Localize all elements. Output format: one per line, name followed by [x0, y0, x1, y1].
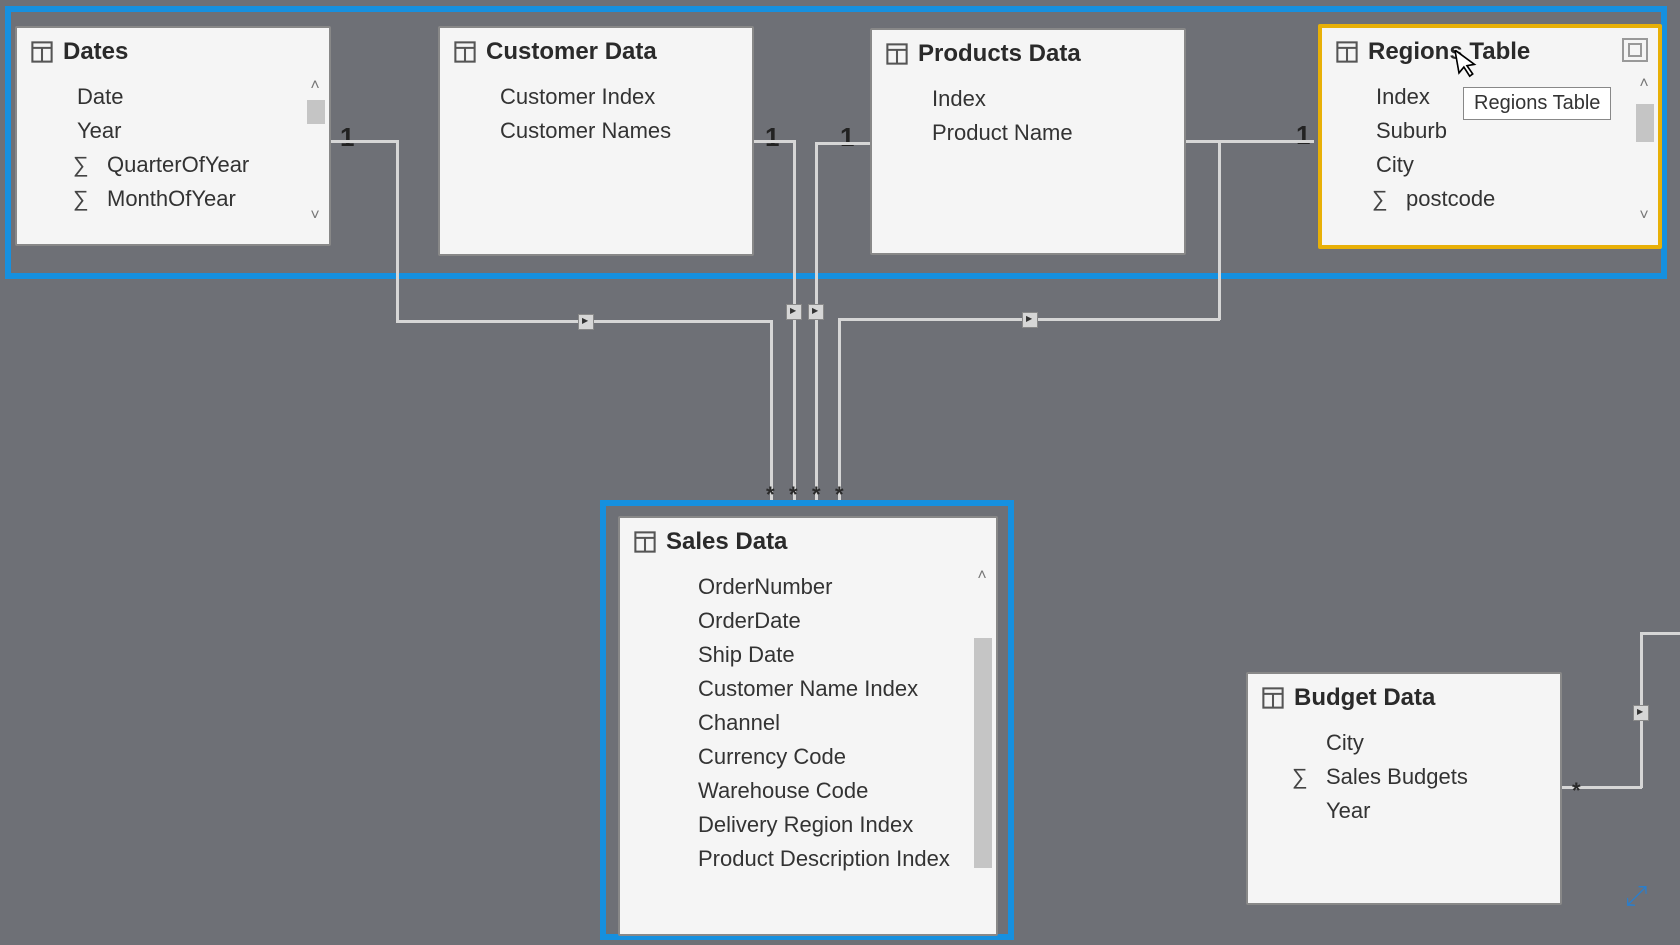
table-dates[interactable]: Dates ˄ Date Year ∑QuarterOfYear ∑MonthO…: [15, 26, 331, 246]
sigma-icon: ∑: [73, 152, 89, 178]
table-icon: [634, 531, 656, 553]
relationship-line: [1640, 632, 1680, 635]
scroll-up-icon[interactable]: ˄: [1634, 74, 1654, 94]
table-customer-data[interactable]: Customer Data Customer Index Customer Na…: [438, 26, 754, 256]
relationship-line: [754, 140, 794, 143]
field-warehouse-code[interactable]: Warehouse Code: [620, 774, 996, 808]
field-customer-names[interactable]: Customer Names: [440, 114, 752, 148]
field-postcode[interactable]: ∑postcode: [1322, 182, 1658, 216]
field-year[interactable]: Year: [17, 114, 329, 148]
relationship-line: [770, 320, 773, 500]
table-budget-data[interactable]: Budget Data City ∑Sales Budgets Year: [1246, 672, 1562, 905]
sigma-icon: ∑: [1372, 186, 1388, 212]
table-icon: [886, 43, 908, 65]
field-ordernumber[interactable]: OrderNumber: [620, 570, 996, 604]
relationship-line: [793, 140, 796, 500]
field-index[interactable]: Index: [872, 82, 1184, 116]
cardinality-many: *: [789, 482, 798, 508]
relationship-line: [1218, 140, 1221, 320]
relationship-line: [815, 142, 818, 500]
field-sales-budgets[interactable]: ∑Sales Budgets: [1248, 760, 1560, 794]
relationship-line: [815, 142, 870, 145]
table-title: Regions Table: [1368, 38, 1530, 66]
relationship-arrow-icon: [786, 304, 802, 320]
relationship-line: [331, 140, 398, 143]
relationship-line: [838, 318, 841, 500]
table-title: Customer Data: [486, 38, 657, 66]
field-currency-code[interactable]: Currency Code: [620, 740, 996, 774]
field-orderdate[interactable]: OrderDate: [620, 604, 996, 638]
relationship-line: [396, 140, 399, 322]
expand-icon[interactable]: [1622, 38, 1648, 62]
scroll-down-icon[interactable]: ˅: [1634, 206, 1654, 226]
field-channel[interactable]: Channel: [620, 706, 996, 740]
cardinality-one: 1: [340, 122, 354, 153]
field-shipdate[interactable]: Ship Date: [620, 638, 996, 672]
table-icon: [31, 41, 53, 63]
cardinality-one: 1: [840, 122, 854, 153]
relationship-arrow-icon: [578, 314, 594, 330]
table-title: Sales Data: [666, 528, 787, 556]
cardinality-many: *: [1572, 778, 1581, 804]
relationship-arrow-icon: [808, 304, 824, 320]
table-icon: [1262, 687, 1284, 709]
table-title: Budget Data: [1294, 684, 1435, 712]
sigma-icon: ∑: [1292, 764, 1308, 790]
reset-layout-icon[interactable]: ⤢: [1625, 880, 1647, 913]
field-year[interactable]: Year: [1248, 794, 1560, 828]
scroll-thumb[interactable]: [1636, 104, 1654, 142]
field-date[interactable]: Date: [17, 80, 329, 114]
relationship-arrow-icon: [1633, 705, 1649, 721]
field-customer-name-index[interactable]: Customer Name Index: [620, 672, 996, 706]
table-regions[interactable]: Regions Table Index Suburb City ∑postcod…: [1318, 24, 1662, 249]
field-city[interactable]: City: [1322, 148, 1658, 182]
field-product-description-index[interactable]: Product Description Index: [620, 842, 996, 876]
cardinality-many: *: [812, 482, 821, 508]
sigma-icon: ∑: [73, 186, 89, 212]
table-title: Dates: [63, 38, 128, 66]
field-delivery-region-index[interactable]: Delivery Region Index: [620, 808, 996, 842]
cardinality-many: *: [835, 482, 844, 508]
tooltip-regions: Regions Table: [1463, 87, 1611, 120]
field-product-name[interactable]: Product Name: [872, 116, 1184, 150]
field-city[interactable]: City: [1248, 726, 1560, 760]
table-icon: [454, 41, 476, 63]
table-sales-data[interactable]: Sales Data ˄ OrderNumber OrderDate Ship …: [618, 516, 998, 936]
relationship-arrow-icon: [1022, 312, 1038, 328]
field-monthofyear[interactable]: ∑MonthOfYear: [17, 182, 329, 216]
table-title: Products Data: [918, 40, 1081, 68]
cardinality-many: *: [766, 482, 775, 508]
field-customer-index[interactable]: Customer Index: [440, 80, 752, 114]
cardinality-one: 1: [765, 122, 779, 153]
relationship-line: [1186, 140, 1314, 143]
scroll-down-icon[interactable]: ˅: [305, 206, 325, 226]
table-products-data[interactable]: Products Data Index Product Name: [870, 28, 1186, 255]
table-icon: [1336, 41, 1358, 63]
field-quarterofyear[interactable]: ∑QuarterOfYear: [17, 148, 329, 182]
cardinality-one: 1: [1296, 120, 1310, 151]
